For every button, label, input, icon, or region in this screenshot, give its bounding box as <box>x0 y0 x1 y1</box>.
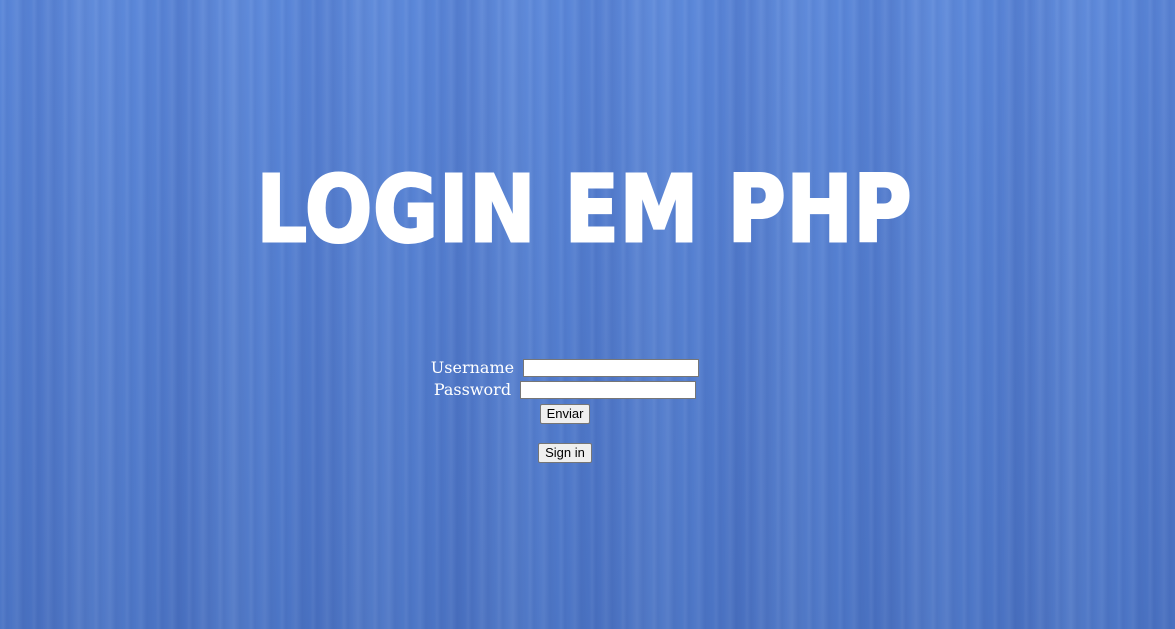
password-label: Password <box>433 379 512 399</box>
signin-row: Sign in <box>0 442 1130 463</box>
username-label: Username <box>430 357 515 377</box>
login-page: { "page": { "title": "LOGIN EM PHP", "ba… <box>0 0 1175 629</box>
sign-in-button[interactable]: Sign in <box>538 442 592 463</box>
username-input[interactable] <box>523 358 700 377</box>
password-input[interactable] <box>520 380 697 399</box>
page-title: LOGIN EM PHP <box>255 155 913 265</box>
username-row: Username <box>0 356 1130 378</box>
password-row: Password <box>0 378 1130 400</box>
enviar-button[interactable]: Enviar <box>539 403 591 424</box>
submit-row: Enviar <box>0 403 1130 424</box>
login-form: Username Password Enviar Sign in <box>0 356 1130 463</box>
